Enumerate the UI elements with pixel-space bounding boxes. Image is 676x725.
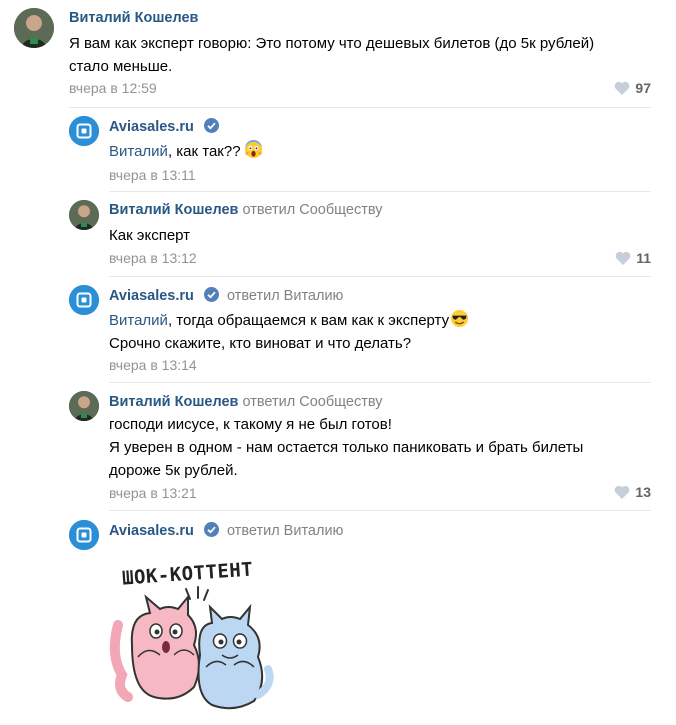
heart-icon bbox=[615, 251, 631, 265]
comment-author[interactable]: Виталий Кошелев bbox=[69, 10, 198, 26]
comment-time[interactable]: вчера в 13:21 bbox=[109, 485, 197, 501]
user-avatar[interactable] bbox=[69, 200, 99, 230]
verified-icon bbox=[203, 522, 219, 537]
replied-to[interactable]: ответил Виталию bbox=[227, 288, 344, 304]
comment-time[interactable]: вчера в 13:11 bbox=[109, 167, 196, 183]
like-count: 11 bbox=[636, 250, 651, 266]
aviasales-avatar[interactable] bbox=[69, 520, 99, 550]
author-name[interactable]: Виталий Кошелев bbox=[109, 202, 238, 218]
replied-to[interactable]: ответил Виталию bbox=[227, 523, 344, 539]
divider bbox=[109, 191, 651, 192]
aviasales-logo-icon bbox=[69, 285, 99, 315]
aviasales-logo-icon bbox=[69, 520, 99, 550]
like-button[interactable]: 97 bbox=[614, 80, 651, 96]
comment-author[interactable]: Виталий Кошелев ответил Сообществу bbox=[109, 202, 383, 218]
author-name[interactable]: Виталий Кошелев bbox=[109, 394, 238, 410]
comment-author[interactable]: Aviasales.ru bbox=[109, 118, 219, 135]
divider bbox=[69, 107, 651, 108]
like-count: 97 bbox=[635, 80, 651, 96]
divider bbox=[109, 276, 651, 277]
shocked-cats-sticker[interactable]: ШОК-КОТТЕНТ bbox=[108, 555, 278, 715]
user-avatar[interactable] bbox=[14, 8, 54, 48]
heart-icon bbox=[615, 81, 630, 95]
author-name[interactable]: Aviasales.ru bbox=[109, 119, 194, 135]
aviasales-logo-icon bbox=[69, 116, 99, 146]
verified-icon bbox=[203, 287, 219, 302]
comment-text: Я вам как эксперт говорю: Это потому что… bbox=[69, 35, 595, 75]
user-avatar[interactable] bbox=[69, 391, 99, 421]
cats-illustration bbox=[109, 586, 274, 710]
divider bbox=[109, 510, 651, 511]
replied-to[interactable]: ответил Сообществу bbox=[242, 394, 382, 410]
author-name[interactable]: Aviasales.ru bbox=[109, 288, 194, 304]
heart-icon bbox=[615, 485, 630, 499]
aviasales-avatar[interactable] bbox=[69, 285, 99, 315]
mention-link[interactable]: Виталий bbox=[109, 143, 168, 160]
comment-text: Как эксперт bbox=[109, 227, 191, 244]
screaming-face-icon bbox=[244, 140, 262, 159]
comment-author[interactable]: Aviasales.ru ответил Виталию bbox=[109, 287, 343, 304]
comment-text: Виталий, тогда обращаемся к вам как к эк… bbox=[109, 309, 469, 355]
author-name[interactable]: Aviasales.ru bbox=[109, 523, 194, 539]
verified-icon bbox=[203, 118, 219, 133]
aviasales-avatar[interactable] bbox=[69, 116, 99, 146]
comment-author[interactable]: Виталий Кошелев ответил Сообществу bbox=[109, 394, 383, 410]
like-button[interactable]: 13 bbox=[614, 484, 651, 500]
comment-text: господи иисусе, к такому я не был готов!… bbox=[109, 416, 584, 479]
like-count: 13 bbox=[635, 484, 651, 500]
comment-time[interactable]: вчера в 12:59 bbox=[69, 80, 157, 96]
replied-to[interactable]: ответил Сообществу bbox=[242, 202, 382, 218]
comment-time[interactable]: вчера в 13:12 bbox=[109, 250, 197, 266]
sunglasses-face-icon bbox=[451, 309, 469, 328]
divider bbox=[109, 382, 651, 383]
comment-author[interactable]: Aviasales.ru ответил Виталию bbox=[109, 522, 343, 539]
comment-time[interactable]: вчера в 13:14 bbox=[109, 357, 197, 373]
comment-text: Виталий, как так?? bbox=[109, 140, 263, 163]
mention-link[interactable]: Виталий bbox=[109, 312, 168, 329]
like-button[interactable]: 11 bbox=[615, 250, 651, 266]
